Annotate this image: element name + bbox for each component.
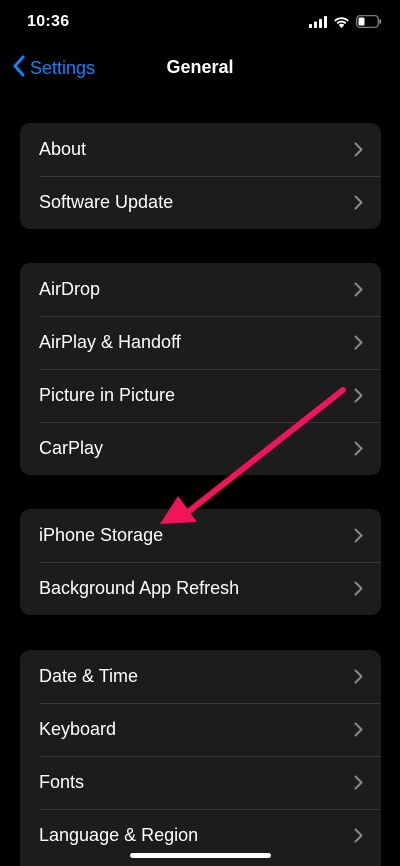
chevron-right-icon: [354, 828, 363, 848]
row-about[interactable]: About: [20, 123, 381, 176]
chevron-right-icon: [354, 142, 363, 162]
row-airdrop[interactable]: AirDrop: [20, 263, 381, 316]
chevron-right-icon: [354, 581, 363, 601]
row-label: Background App Refresh: [39, 578, 240, 598]
row-airplay-handoff[interactable]: AirPlay & Handoff: [20, 316, 381, 369]
row-fonts[interactable]: Fonts: [20, 756, 381, 809]
row-carplay[interactable]: CarPlay: [20, 422, 381, 475]
row-date-time[interactable]: Date & Time: [20, 650, 381, 703]
row-label: Software Update: [39, 192, 174, 212]
row-label: CarPlay: [39, 438, 104, 458]
status-icons: [309, 15, 382, 33]
settings-group-3: iPhone Storage Background App Refresh: [20, 509, 381, 615]
row-label: Date & Time: [39, 666, 139, 686]
row-label: iPhone Storage: [39, 525, 164, 545]
chevron-right-icon: [354, 388, 363, 408]
row-keyboard[interactable]: Keyboard: [20, 703, 381, 756]
row-label: Picture in Picture: [39, 385, 176, 405]
navigation-bar: Settings General: [0, 46, 400, 90]
settings-group-1: About Software Update: [20, 123, 381, 229]
chevron-right-icon: [354, 441, 363, 461]
status-bar: 10:36: [0, 0, 400, 46]
chevron-right-icon: [354, 775, 363, 795]
settings-group-4: Date & Time Keyboard Fonts Language & Re…: [20, 650, 381, 866]
row-label: About: [39, 139, 87, 159]
chevron-right-icon: [354, 282, 363, 302]
row-label: AirPlay & Handoff: [39, 332, 181, 352]
row-label: Fonts: [39, 772, 85, 792]
page-title: General: [166, 57, 234, 77]
wifi-icon: [333, 15, 350, 33]
settings-group-2: AirDrop AirPlay & Handoff Picture in Pic…: [20, 263, 381, 475]
chevron-right-icon: [354, 335, 363, 355]
row-label: Language & Region: [39, 825, 199, 845]
chevron-right-icon: [354, 528, 363, 548]
row-software-update[interactable]: Software Update: [20, 176, 381, 229]
status-time: 10:36: [27, 13, 70, 30]
chevron-right-icon: [354, 722, 363, 742]
row-background-app-refresh[interactable]: Background App Refresh: [20, 562, 381, 615]
cellular-signal-icon: [309, 15, 327, 33]
row-label: Keyboard: [39, 719, 117, 739]
row-picture-in-picture[interactable]: Picture in Picture: [20, 369, 381, 422]
chevron-right-icon: [354, 669, 363, 689]
row-iphone-storage[interactable]: iPhone Storage: [20, 509, 381, 562]
home-indicator[interactable]: [130, 853, 271, 858]
chevron-right-icon: [354, 195, 363, 215]
row-label: AirDrop: [39, 279, 101, 299]
battery-icon: [356, 15, 382, 33]
